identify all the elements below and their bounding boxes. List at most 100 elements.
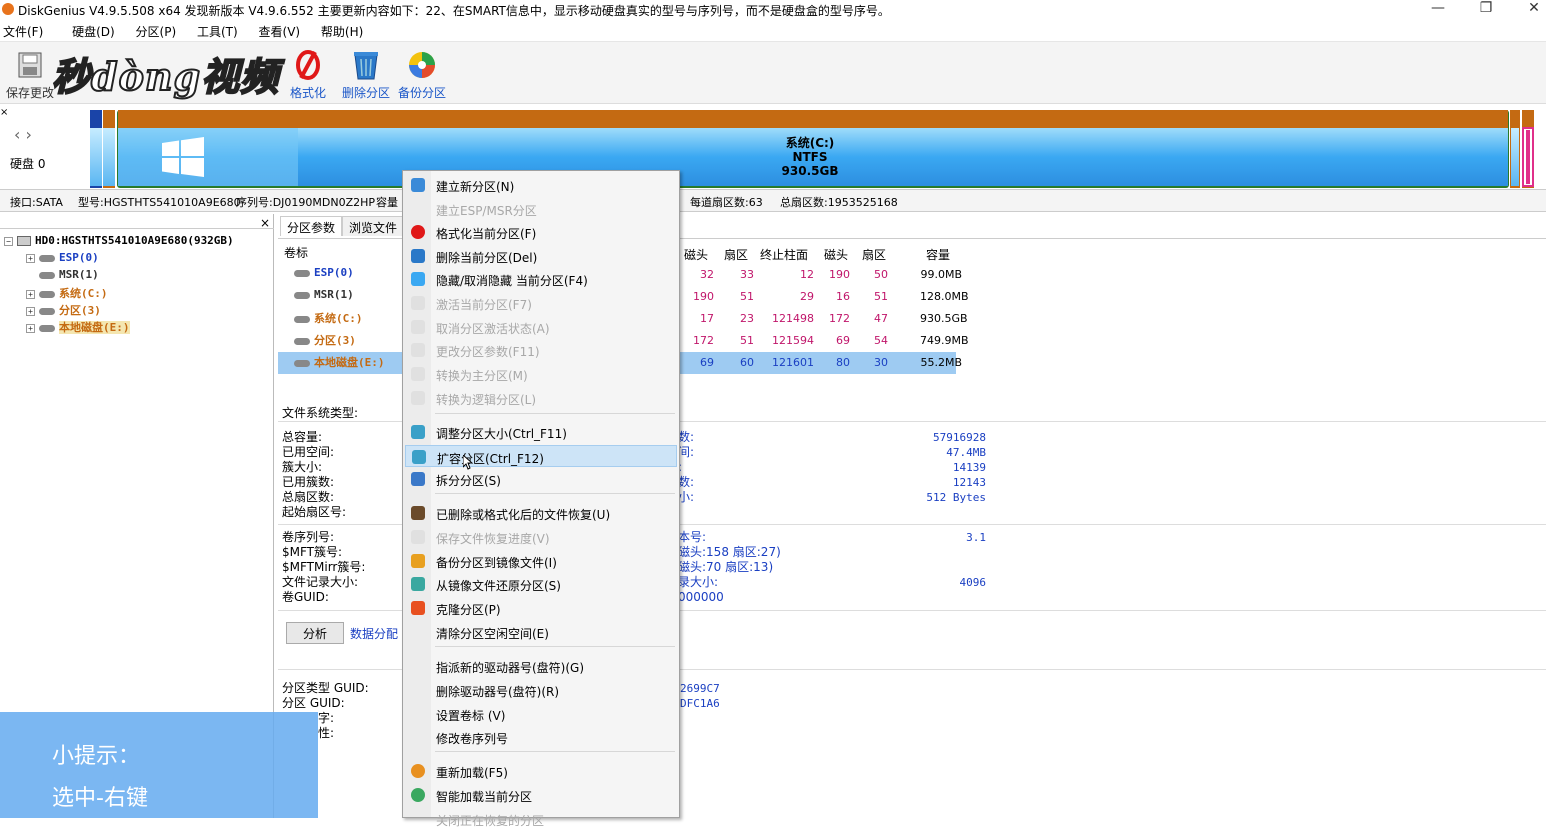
menu-item-deactivate-partition[interactable]: 取消分区激活状态(A) xyxy=(405,316,677,338)
menu-item-create-partition[interactable]: 建立新分区(N) xyxy=(405,174,677,196)
menu-item-label: 克隆分区(P) xyxy=(436,603,501,617)
menu-item-label: 设置卷标 (V) xyxy=(436,709,506,723)
tree-item-esp[interactable]: + ESP(0) xyxy=(26,251,99,268)
value-partition-guid: DFC1A6 xyxy=(680,697,720,710)
menu-item-clone-partition[interactable]: 克隆分区(P) xyxy=(405,597,677,619)
restore-from-image-icon xyxy=(411,577,425,591)
expand-icon[interactable]: + xyxy=(26,323,35,333)
expand-icon[interactable]: + xyxy=(26,253,35,263)
menu-item-wipe-free-space[interactable]: 清除分区空闲空间(E) xyxy=(405,621,677,643)
expand-icon[interactable]: + xyxy=(26,289,35,299)
tree-item-msr[interactable]: MSR(1) xyxy=(26,268,99,285)
menu-item-format-partition[interactable]: 格式化当前分区(F) xyxy=(405,221,677,243)
data-cell: 930.5GB xyxy=(920,312,968,325)
collapse-icon[interactable]: − xyxy=(4,236,13,246)
data-row-msr[interactable]: 190 51 29 16 51 128.0MB xyxy=(680,286,969,308)
data-cell: 51 xyxy=(874,290,888,303)
trash-icon xyxy=(350,48,382,82)
data-cell: 32 xyxy=(700,268,714,281)
menu-item-create-esp-msr[interactable]: 建立ESP/MSR分区 xyxy=(405,198,677,220)
menu-item-change-serial[interactable]: 修改卷序列号 xyxy=(405,726,677,748)
data-cell: 190 xyxy=(693,290,714,303)
col-capacity: 容量 xyxy=(926,248,951,262)
menu-item-label: 隐藏/取消隐藏 当前分区(F4) xyxy=(436,274,588,288)
label-file-record-size: 文件记录大小: xyxy=(282,575,359,589)
backup-partition-button[interactable]: 备份分区 xyxy=(398,48,446,101)
menu-tools[interactable]: 工具(T) xyxy=(194,20,244,40)
menu-item-to-primary[interactable]: 转换为主分区(M) xyxy=(405,363,677,385)
menu-item-delete-partition[interactable]: 删除当前分区(Del) xyxy=(405,245,677,267)
menu-item-set-volume-label[interactable]: 设置卷标 (V) xyxy=(405,703,677,725)
data-row-partition-3[interactable]: 172 51 121594 69 54 749.9MB xyxy=(680,330,969,352)
tree-item-local-disk-e[interactable]: + 本地磁盘(E:) xyxy=(26,319,130,336)
data-row-system-c[interactable]: 17 23 121498 172 47 930.5GB xyxy=(680,308,968,330)
close-small-icon[interactable]: × xyxy=(0,107,8,118)
data-row-esp[interactable]: 32 33 12 190 50 99.0MB xyxy=(680,264,962,286)
value-total-clusters: 14139 xyxy=(952,461,986,474)
guid-values-group: 2699C7 DFC1A6 xyxy=(680,681,720,711)
menu-item-label: 激活当前分区(F7) xyxy=(436,298,532,312)
menu-item-smart-load[interactable]: 智能加载当前分区 xyxy=(405,784,677,806)
partition-icon xyxy=(39,290,55,298)
tree-disk-node[interactable]: − HD0:HGSTHTS541010A9E680(932GB) xyxy=(4,234,234,251)
delete-partition-button[interactable]: 删除分区 xyxy=(342,48,390,101)
partition-icon xyxy=(39,254,55,262)
analyze-button[interactable]: 分析 xyxy=(286,622,344,644)
menu-item-to-logical[interactable]: 转换为逻辑分区(L) xyxy=(405,387,677,409)
menu-separator xyxy=(435,646,675,647)
disk-serial: 序列号:DJ0190MDN0Z2HP xyxy=(236,196,376,209)
partition-row-3[interactable]: 分区(3) xyxy=(294,332,356,348)
partition-row-system-c[interactable]: 系统(C:) xyxy=(294,310,363,326)
tree-item-system-c[interactable]: + 系统(C:) xyxy=(26,285,108,302)
tab-partition-params[interactable]: 分区参数 xyxy=(280,216,343,236)
col-sector-1: 扇区 xyxy=(724,248,749,262)
menu-item-remove-drive-letter[interactable]: 删除驱动器号(盘符)(R) xyxy=(405,679,677,701)
menu-partition[interactable]: 分区(P) xyxy=(133,20,183,40)
menu-item-change-params[interactable]: 更改分区参数(F11) xyxy=(405,339,677,361)
menu-file[interactable]: 文件(F) xyxy=(0,20,49,40)
left-labels-group-2: 卷序列号: $MFT簇号: $MFTMirr簇号: 文件记录大小: 卷GUID: xyxy=(282,530,365,605)
menu-item-hide-partition[interactable]: 隐藏/取消隐藏 当前分区(F4) xyxy=(405,268,677,290)
menu-item-restore-from-image[interactable]: 从镜像文件还原分区(S) xyxy=(405,573,677,595)
data-cell: 60 xyxy=(740,356,754,369)
activate-partition-icon xyxy=(411,296,425,310)
disk-nav-label: 硬盘 0 xyxy=(10,157,46,171)
close-button[interactable]: ✕ xyxy=(1514,0,1546,18)
menu-item-file-recovery[interactable]: 已删除或格式化后的文件恢复(U) xyxy=(405,502,677,524)
expand-icon[interactable]: + xyxy=(26,306,35,316)
backup-to-image-icon xyxy=(411,554,425,568)
tree-item-partition-3[interactable]: + 分区(3) xyxy=(26,302,101,319)
menu-view[interactable]: 查看(V) xyxy=(256,20,307,40)
partition-row-local-e[interactable]: 本地磁盘(E:) xyxy=(294,354,385,370)
data-row-local-e[interactable]: 69 60 121601 80 30 55.2MB xyxy=(680,352,962,374)
menu-disk[interactable]: 硬盘(D) xyxy=(69,20,121,40)
menu-item-assign-drive-letter[interactable]: 指派新的驱动器号(盘符)(G) xyxy=(405,655,677,677)
format-button[interactable]: 格式化 xyxy=(290,48,326,101)
menu-item-reload[interactable]: 重新加载(F5) xyxy=(405,760,677,782)
disk-partition-map[interactable]: 系统(C:) NTFS 930.5GB xyxy=(90,110,1538,188)
menu-item-save-recovery-progress[interactable]: 保存文件恢复进度(V) xyxy=(405,526,677,548)
menu-item-backup-to-image[interactable]: 备份分区到镜像文件(I) xyxy=(405,550,677,572)
window-title: DiskGenius V4.9.5.508 x64 发现新版本 V4.9.6.5… xyxy=(18,4,890,18)
menu-item-close-recovering[interactable]: 关闭正在恢复的分区 xyxy=(405,808,677,830)
data-cell: 30 xyxy=(874,356,888,369)
partition-row-msr[interactable]: MSR(1) xyxy=(294,288,354,301)
backup-icon xyxy=(406,48,438,82)
mouse-cursor-icon xyxy=(462,453,474,470)
data-distribution-label: 数据分配 xyxy=(350,627,399,641)
tab-browse-files[interactable]: 浏览文件 xyxy=(342,216,405,236)
menu-item-split-partition[interactable]: 拆分分区(S) xyxy=(405,468,677,490)
menu-item-resize-partition[interactable]: 调整分区大小(Ctrl_F11) xyxy=(405,421,677,443)
nav-arrows-icon[interactable]: ‹ › xyxy=(14,125,32,144)
maximize-button[interactable]: ❐ xyxy=(1466,0,1506,18)
menu-item-label: 转换为主分区(M) xyxy=(436,369,528,383)
partition-row-esp[interactable]: ESP(0) xyxy=(294,266,354,279)
minimize-button[interactable]: — xyxy=(1418,0,1458,18)
menu-help[interactable]: 帮助(H) xyxy=(318,20,369,40)
save-changes-button[interactable]: 保存更改 xyxy=(6,48,54,101)
menu-item-extend-partition[interactable]: 扩容分区(Ctrl_F12) xyxy=(405,445,677,467)
data-cell: 128.0MB xyxy=(920,290,969,303)
label-partition-guid: 分区 GUID: xyxy=(282,696,345,710)
to-primary-icon xyxy=(411,367,425,381)
menu-item-activate-partition[interactable]: 激活当前分区(F7) xyxy=(405,292,677,314)
